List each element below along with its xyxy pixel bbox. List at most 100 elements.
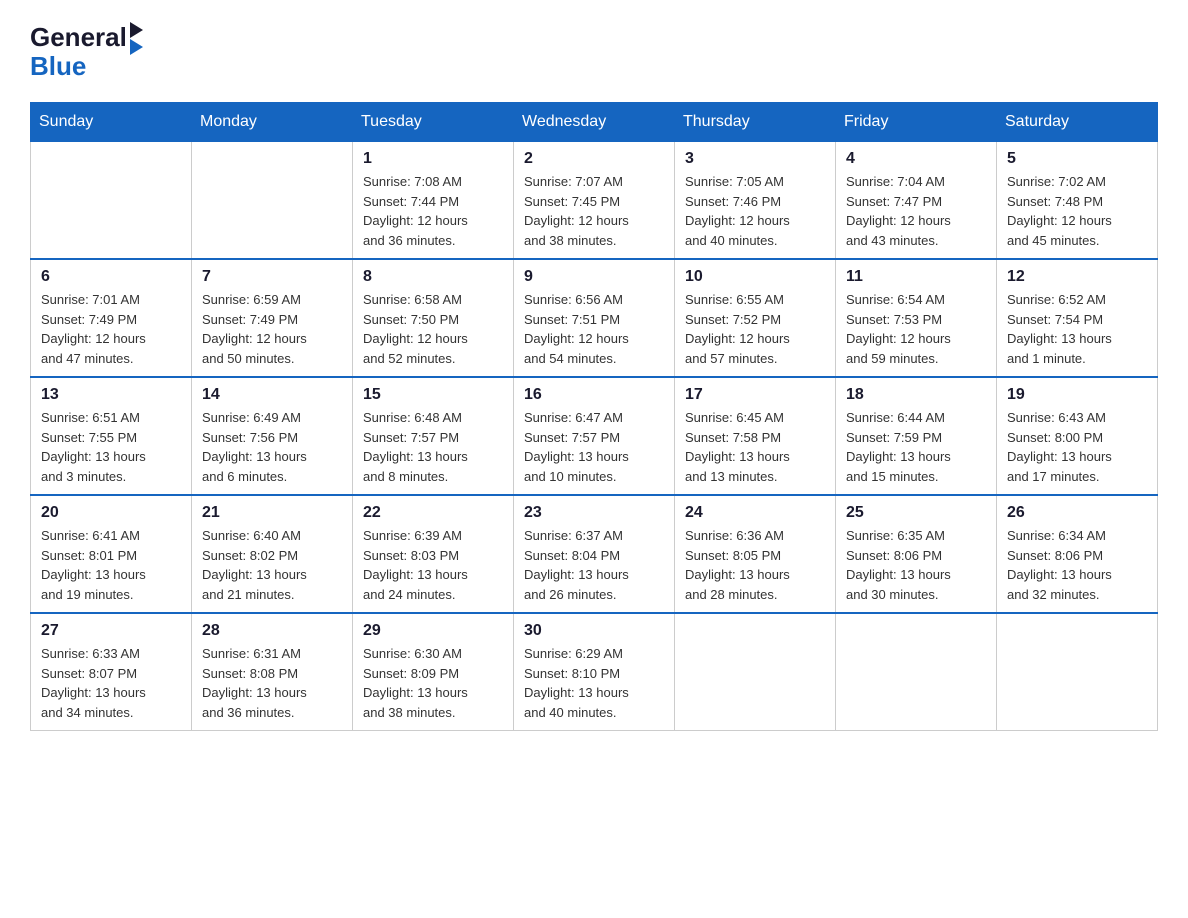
day-number: 20 xyxy=(41,504,181,522)
day-info: Sunrise: 6:43 AMSunset: 8:00 PMDaylight:… xyxy=(1007,408,1147,486)
calendar-day-cell: 3 Sunrise: 7:05 AMSunset: 7:46 PMDaylight… xyxy=(675,142,836,260)
day-number: 17 xyxy=(685,386,825,404)
day-info: Sunrise: 7:02 AMSunset: 7:48 PMDaylight:… xyxy=(1007,172,1147,250)
day-info: Sunrise: 6:40 AMSunset: 8:02 PMDaylight:… xyxy=(202,526,342,604)
day-number: 9 xyxy=(524,268,664,286)
calendar-day-cell: 28 Sunrise: 6:31 AMSunset: 8:08 PMDayligh… xyxy=(192,613,353,731)
calendar-day-header: Saturday xyxy=(997,103,1158,142)
calendar-day-cell: 25Sunrise: 6:35 AMSunset: 8:06 PMDayligh… xyxy=(836,495,997,613)
calendar-week-row: 1 Sunrise: 7:08 AMSunset: 7:44 PMDaylight… xyxy=(31,142,1158,260)
day-number: 11 xyxy=(846,268,986,286)
day-number: 19 xyxy=(1007,386,1147,404)
calendar-week-row: 6 Sunrise: 7:01 AMSunset: 7:49 PMDaylight… xyxy=(31,259,1158,377)
day-info: Sunrise: 6:59 AMSunset: 7:49 PMDaylight:… xyxy=(202,290,342,368)
day-number: 4 xyxy=(846,150,986,168)
day-number: 1 xyxy=(363,150,503,168)
calendar-day-header: Wednesday xyxy=(514,103,675,142)
day-info: Sunrise: 6:41 AMSunset: 8:01 PMDaylight:… xyxy=(41,526,181,604)
calendar-day-cell: 15 Sunrise: 6:48 AMSunset: 7:57 PMDayligh… xyxy=(353,377,514,495)
calendar-day-cell: 19 Sunrise: 6:43 AMSunset: 8:00 PMDayligh… xyxy=(997,377,1158,495)
calendar-week-row: 13Sunrise: 6:51 AMSunset: 7:55 PMDayligh… xyxy=(31,377,1158,495)
logo-general-text: General xyxy=(30,22,127,53)
day-number: 2 xyxy=(524,150,664,168)
day-number: 3 xyxy=(685,150,825,168)
calendar-day-cell: 12 Sunrise: 6:52 AMSunset: 7:54 PMDayligh… xyxy=(997,259,1158,377)
day-info: Sunrise: 6:52 AMSunset: 7:54 PMDaylight:… xyxy=(1007,290,1147,368)
day-info: Sunrise: 6:33 AMSunset: 8:07 PMDaylight:… xyxy=(41,644,181,722)
calendar-week-row: 20 Sunrise: 6:41 AMSunset: 8:01 PMDayligh… xyxy=(31,495,1158,613)
page-header: General Blue xyxy=(30,20,1158,82)
logo-blue-text: Blue xyxy=(30,51,86,81)
day-number: 18 xyxy=(846,386,986,404)
calendar-day-cell: 30 Sunrise: 6:29 AMSunset: 8:10 PMDayligh… xyxy=(514,613,675,731)
calendar-day-cell: 5 Sunrise: 7:02 AMSunset: 7:48 PMDaylight… xyxy=(997,142,1158,260)
day-info: Sunrise: 6:29 AMSunset: 8:10 PMDaylight:… xyxy=(524,644,664,722)
day-number: 27 xyxy=(41,622,181,640)
calendar-day-cell: 13Sunrise: 6:51 AMSunset: 7:55 PMDayligh… xyxy=(31,377,192,495)
day-number: 12 xyxy=(1007,268,1147,286)
day-number: 30 xyxy=(524,622,664,640)
calendar-day-cell xyxy=(997,613,1158,731)
calendar-day-cell xyxy=(836,613,997,731)
day-number: 8 xyxy=(363,268,503,286)
calendar-day-cell: 16Sunrise: 6:47 AMSunset: 7:57 PMDayligh… xyxy=(514,377,675,495)
day-info: Sunrise: 6:36 AMSunset: 8:05 PMDaylight:… xyxy=(685,526,825,604)
calendar-week-row: 27 Sunrise: 6:33 AMSunset: 8:07 PMDayligh… xyxy=(31,613,1158,731)
day-info: Sunrise: 6:35 AMSunset: 8:06 PMDaylight:… xyxy=(846,526,986,604)
day-info: Sunrise: 7:08 AMSunset: 7:44 PMDaylight:… xyxy=(363,172,503,250)
calendar-day-cell: 7 Sunrise: 6:59 AMSunset: 7:49 PMDaylight… xyxy=(192,259,353,377)
day-number: 21 xyxy=(202,504,342,522)
day-info: Sunrise: 6:55 AMSunset: 7:52 PMDaylight:… xyxy=(685,290,825,368)
day-info: Sunrise: 6:44 AMSunset: 7:59 PMDaylight:… xyxy=(846,408,986,486)
day-number: 15 xyxy=(363,386,503,404)
day-info: Sunrise: 6:31 AMSunset: 8:08 PMDaylight:… xyxy=(202,644,342,722)
day-number: 22 xyxy=(363,504,503,522)
calendar-header-row: SundayMondayTuesdayWednesdayThursdayFrid… xyxy=(31,103,1158,142)
calendar-day-cell xyxy=(675,613,836,731)
calendar-day-cell: 26 Sunrise: 6:34 AMSunset: 8:06 PMDayligh… xyxy=(997,495,1158,613)
calendar-day-cell: 6 Sunrise: 7:01 AMSunset: 7:49 PMDaylight… xyxy=(31,259,192,377)
day-info: Sunrise: 6:39 AMSunset: 8:03 PMDaylight:… xyxy=(363,526,503,604)
calendar-day-header: Sunday xyxy=(31,103,192,142)
calendar-day-cell: 20 Sunrise: 6:41 AMSunset: 8:01 PMDayligh… xyxy=(31,495,192,613)
calendar-day-cell: 29Sunrise: 6:30 AMSunset: 8:09 PMDayligh… xyxy=(353,613,514,731)
logo-icon: General Blue xyxy=(30,20,143,82)
day-info: Sunrise: 6:34 AMSunset: 8:06 PMDaylight:… xyxy=(1007,526,1147,604)
calendar-day-header: Friday xyxy=(836,103,997,142)
day-number: 6 xyxy=(41,268,181,286)
calendar-day-cell: 11 Sunrise: 6:54 AMSunset: 7:53 PMDayligh… xyxy=(836,259,997,377)
day-number: 24 xyxy=(685,504,825,522)
calendar-day-cell: 10 Sunrise: 6:55 AMSunset: 7:52 PMDayligh… xyxy=(675,259,836,377)
calendar-day-cell: 4 Sunrise: 7:04 AMSunset: 7:47 PMDaylight… xyxy=(836,142,997,260)
day-info: Sunrise: 6:51 AMSunset: 7:55 PMDaylight:… xyxy=(41,408,181,486)
calendar-day-cell: 9 Sunrise: 6:56 AMSunset: 7:51 PMDaylight… xyxy=(514,259,675,377)
day-info: Sunrise: 7:05 AMSunset: 7:46 PMDaylight:… xyxy=(685,172,825,250)
calendar-day-cell: 24 Sunrise: 6:36 AMSunset: 8:05 PMDayligh… xyxy=(675,495,836,613)
day-info: Sunrise: 6:37 AMSunset: 8:04 PMDaylight:… xyxy=(524,526,664,604)
day-number: 16 xyxy=(524,386,664,404)
calendar-day-cell: 1 Sunrise: 7:08 AMSunset: 7:44 PMDaylight… xyxy=(353,142,514,260)
calendar-day-cell: 22 Sunrise: 6:39 AMSunset: 8:03 PMDayligh… xyxy=(353,495,514,613)
day-info: Sunrise: 6:56 AMSunset: 7:51 PMDaylight:… xyxy=(524,290,664,368)
calendar-table: SundayMondayTuesdayWednesdayThursdayFrid… xyxy=(30,102,1158,731)
calendar-day-header: Tuesday xyxy=(353,103,514,142)
day-info: Sunrise: 7:04 AMSunset: 7:47 PMDaylight:… xyxy=(846,172,986,250)
day-number: 10 xyxy=(685,268,825,286)
day-info: Sunrise: 7:01 AMSunset: 7:49 PMDaylight:… xyxy=(41,290,181,368)
day-info: Sunrise: 6:54 AMSunset: 7:53 PMDaylight:… xyxy=(846,290,986,368)
calendar-day-header: Thursday xyxy=(675,103,836,142)
calendar-day-cell: 14 Sunrise: 6:49 AMSunset: 7:56 PMDayligh… xyxy=(192,377,353,495)
day-number: 26 xyxy=(1007,504,1147,522)
day-info: Sunrise: 6:48 AMSunset: 7:57 PMDaylight:… xyxy=(363,408,503,486)
calendar-day-cell: 18 Sunrise: 6:44 AMSunset: 7:59 PMDayligh… xyxy=(836,377,997,495)
day-number: 14 xyxy=(202,386,342,404)
logo: General Blue xyxy=(30,20,143,82)
day-number: 5 xyxy=(1007,150,1147,168)
calendar-day-cell: 8Sunrise: 6:58 AMSunset: 7:50 PMDaylight… xyxy=(353,259,514,377)
day-number: 28 xyxy=(202,622,342,640)
calendar-day-cell: 27 Sunrise: 6:33 AMSunset: 8:07 PMDayligh… xyxy=(31,613,192,731)
day-info: Sunrise: 6:30 AMSunset: 8:09 PMDaylight:… xyxy=(363,644,503,722)
calendar-day-cell: 17Sunrise: 6:45 AMSunset: 7:58 PMDayligh… xyxy=(675,377,836,495)
day-number: 7 xyxy=(202,268,342,286)
day-info: Sunrise: 6:49 AMSunset: 7:56 PMDaylight:… xyxy=(202,408,342,486)
